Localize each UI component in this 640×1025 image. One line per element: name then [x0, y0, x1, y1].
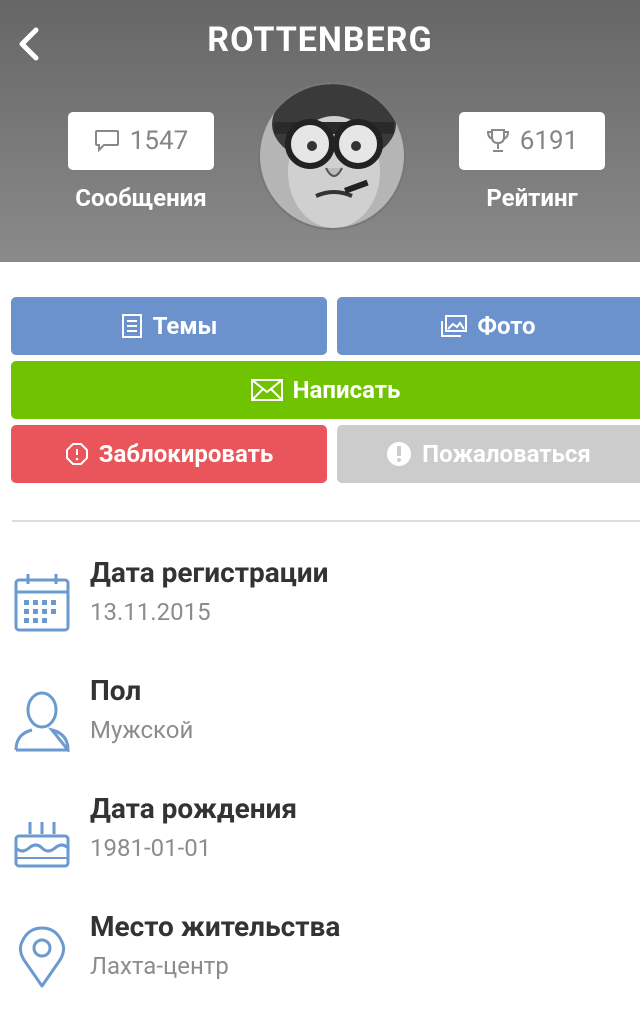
block-octagon-icon — [65, 443, 88, 465]
write-message-button[interactable]: Написать — [11, 361, 640, 419]
divider — [12, 520, 640, 522]
info-value: 13.11.2015 — [90, 598, 211, 626]
cake-icon — [14, 822, 70, 868]
write-message-button-label: Написать — [292, 376, 401, 404]
info-title: Пол — [90, 674, 142, 707]
report-user-button[interactable]: Пожаловаться — [337, 425, 640, 483]
location-pin-icon — [18, 926, 66, 988]
info-row-location: Место жительства Лахта-центр — [0, 910, 640, 1010]
block-user-button[interactable]: Заблокировать — [11, 425, 327, 483]
rating-count-button[interactable]: 6191 — [459, 112, 605, 170]
chat-bubble-icon — [94, 130, 119, 153]
page-title: ROTTENBERG — [207, 20, 433, 60]
info-value: Мужской — [90, 716, 194, 744]
info-row-birth-date: Дата рождения 1981-01-01 — [0, 792, 640, 892]
rating-label: Рейтинг — [486, 184, 578, 212]
document-list-icon — [121, 314, 142, 338]
exclamation-circle-icon — [387, 442, 412, 466]
user-icon — [14, 691, 70, 752]
info-value: 1981-01-01 — [90, 834, 212, 862]
report-user-button-label: Пожаловаться — [422, 440, 591, 468]
rating-count: 6191 — [519, 126, 579, 156]
trophy-icon — [486, 129, 509, 152]
info-row-registration-date: Дата регистрации 13.11.2015 — [0, 556, 640, 656]
avatar — [258, 82, 406, 230]
envelope-icon — [250, 379, 283, 401]
image-gallery-icon — [441, 315, 468, 337]
calendar-icon — [14, 574, 70, 632]
messages-count: 1547 — [129, 126, 189, 156]
info-title: Место жительства — [90, 910, 341, 943]
info-row-gender: Пол Мужской — [0, 674, 640, 774]
info-value: Лахта-центр — [90, 952, 229, 980]
photo-button[interactable]: Фото — [337, 297, 640, 355]
profile-header: ROTTENBERG 1547 Сообщения 6191 Рейтинг — [0, 0, 640, 262]
topics-button-label: Темы — [152, 312, 218, 340]
info-title: Дата регистрации — [90, 556, 329, 589]
messages-count-button[interactable]: 1547 — [68, 112, 214, 170]
messages-label: Сообщения — [75, 184, 207, 212]
topics-button[interactable]: Темы — [11, 297, 327, 355]
block-user-button-label: Заблокировать — [98, 440, 274, 468]
photo-button-label: Фото — [477, 312, 536, 340]
info-title: Дата рождения — [90, 792, 298, 825]
